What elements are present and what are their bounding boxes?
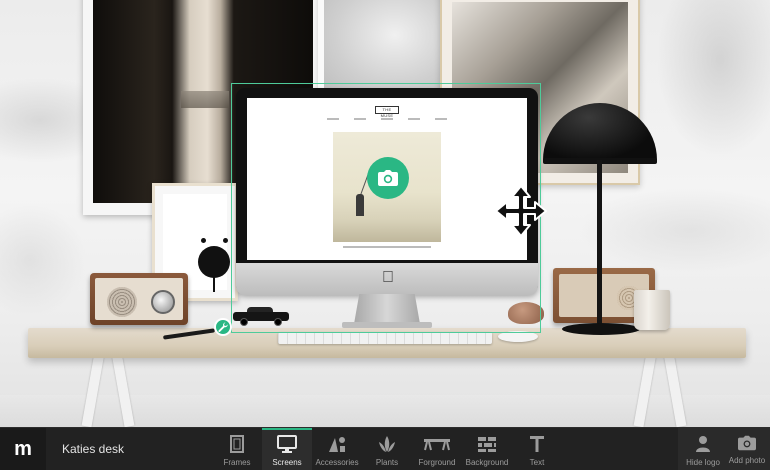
camera-icon [738, 435, 756, 451]
tab-accessories-label: Accessories [315, 458, 359, 467]
tab-screens[interactable]: Screens [262, 428, 312, 470]
frame-icon [230, 435, 244, 453]
app-logo[interactable]: m [0, 428, 46, 470]
sawhorse-icon [424, 439, 450, 451]
wrench-icon [218, 322, 228, 332]
tab-plants-label: Plants [375, 458, 399, 467]
keyboard-accessory[interactable] [278, 332, 492, 344]
tab-forground[interactable]: Forground [412, 428, 462, 470]
move-handle[interactable] [494, 184, 548, 238]
floor [0, 395, 770, 427]
add-photo-label: Add photo [728, 456, 766, 465]
person-icon [696, 436, 710, 452]
tab-screens-label: Screens [272, 458, 302, 467]
leaf-icon [379, 436, 395, 452]
brick-icon [478, 437, 496, 452]
tab-text-label: Text [529, 458, 545, 467]
tab-frames-label: Frames [223, 458, 251, 467]
bottom-toolbar: m Katies desk Frames Screens Accessories [0, 427, 770, 470]
document-title[interactable]: Katies desk [62, 428, 124, 470]
tab-plants[interactable]: Plants [362, 428, 412, 470]
edit-item-button[interactable] [214, 318, 232, 336]
move-arrows-icon [495, 185, 547, 237]
tab-background[interactable]: Background [462, 428, 512, 470]
mockup-canvas[interactable]:  THE MUSE [0, 0, 770, 427]
lamp-base [562, 323, 640, 335]
add-photo-button[interactable]: Add photo [724, 428, 770, 470]
text-icon [530, 436, 544, 452]
tab-accessories[interactable]: Accessories [312, 428, 362, 470]
cup-accessory[interactable] [634, 290, 670, 330]
shapes-icon [329, 437, 345, 452]
tab-forground-label: Forground [418, 458, 456, 467]
lamp-pole [597, 160, 602, 328]
hide-logo-label: Hide logo [686, 458, 720, 467]
tab-background-label: Background [465, 458, 509, 467]
radio-accessory[interactable] [90, 273, 188, 325]
hide-logo-button[interactable]: Hide logo [678, 428, 728, 470]
tab-text[interactable]: Text [512, 428, 562, 470]
monitor-icon [277, 435, 297, 453]
tab-frames[interactable]: Frames [212, 428, 262, 470]
